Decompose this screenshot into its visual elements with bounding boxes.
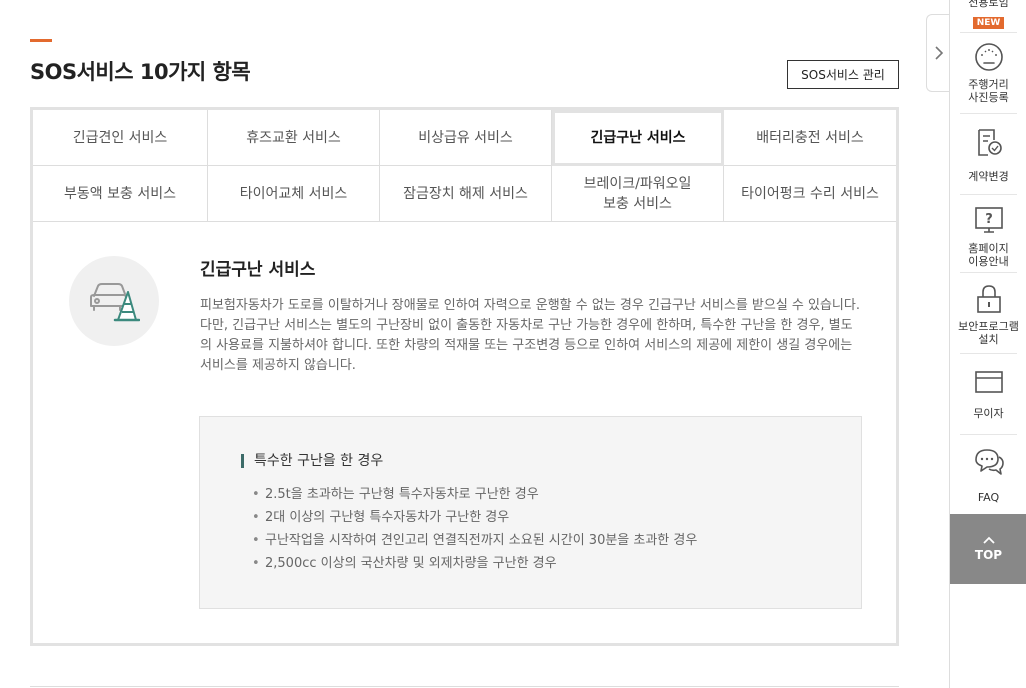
special-rescue-note: 특수한 구난을 한 경우 2.5t을 초과하는 구난형 특수자동차로 구난한 경… <box>199 416 862 609</box>
svg-text:?: ? <box>985 212 993 227</box>
list-item: 2대 이상의 구난형 특수자동차가 구난한 경우 <box>252 506 697 529</box>
sidebar-item-security[interactable]: 보안프로그램 설치 <box>950 284 1026 346</box>
speedometer-icon <box>974 43 1003 71</box>
tab-service[interactable]: 타이어펑크 수리 서비스 <box>724 166 896 222</box>
sidebar-toggle-button[interactable] <box>926 14 950 92</box>
sidebar-item-label: 전용로임 <box>968 0 1009 9</box>
tab-service[interactable]: 긴급견인 서비스 <box>33 110 208 166</box>
tab-service[interactable]: 휴즈교환 서비스 <box>208 110 380 166</box>
list-item: 2,500cc 이상의 국산차량 및 외제차량을 구난한 경우 <box>252 552 697 575</box>
tab-service[interactable]: 배터리충전 서비스 <box>724 110 896 166</box>
divider <box>960 32 1017 33</box>
service-panel: 긴급견인 서비스 휴즈교환 서비스 비상급유 서비스 긴급구난 서비스 배터리충전 서비… <box>30 107 899 646</box>
sidebar-item-label: 홈페이지 이용안내 <box>968 242 1009 268</box>
sidebar-item-faq[interactable]: FAQ <box>950 447 1026 504</box>
divider <box>960 113 1017 114</box>
quick-menu-sidebar: 전용로임 NEW 주행거리 사진등록 계약변경 ? 홈페이지 이용안내 보안프로… <box>949 0 1026 688</box>
list-item: 2.5t을 초과하는 구난형 특수자동차로 구난한 경우 <box>252 483 697 506</box>
scroll-top-button[interactable]: TOP <box>950 514 1026 584</box>
new-badge: NEW <box>972 17 1005 29</box>
divider <box>30 686 899 687</box>
top-button-label: TOP <box>974 548 1003 562</box>
tab-service[interactable]: 타이어교체 서비스 <box>208 166 380 222</box>
service-icon-circle <box>69 256 159 346</box>
note-title: 특수한 구난을 한 경우 <box>241 454 383 468</box>
list-item: 구난작업을 시작하여 견인고리 연결직전까지 소요된 시간이 30분을 초과한 … <box>252 529 697 552</box>
tab-service[interactable]: 긴급구난 서비스 <box>552 110 724 166</box>
chat-bubbles-icon <box>974 449 1004 475</box>
sidebar-item-mileage[interactable]: 주행거리 사진등록 <box>950 42 1026 104</box>
sos-manage-button[interactable]: SOS서비스 관리 <box>787 60 899 89</box>
sidebar-item-guide[interactable]: ? 홈페이지 이용안내 <box>950 206 1026 268</box>
divider <box>960 434 1017 435</box>
sidebar-item-installment[interactable]: 무이자 <box>950 369 1026 420</box>
title-accent-bar <box>30 39 52 42</box>
divider <box>960 353 1017 354</box>
sidebar-item-contract[interactable]: 계약변경 <box>950 128 1026 183</box>
sidebar-item-label: 주행거리 사진등록 <box>968 78 1009 104</box>
chevron-up-icon <box>982 536 995 544</box>
content-title: 긴급구난 서비스 <box>200 260 316 280</box>
question-monitor-icon: ? <box>974 207 1003 233</box>
sidebar-item-label: 보안프로그램 설치 <box>958 320 1019 346</box>
divider <box>960 194 1017 195</box>
sidebar-item-label: FAQ <box>977 491 1000 504</box>
sidebar-item-partial[interactable]: 전용로임 NEW <box>950 0 1026 29</box>
note-list: 2.5t을 초과하는 구난형 특수자동차로 구난한 경우 2대 이상의 구난형 … <box>252 483 697 575</box>
service-tabs: 긴급견인 서비스 휴즈교환 서비스 비상급유 서비스 긴급구난 서비스 배터리충전 서비… <box>33 110 896 222</box>
tab-service[interactable]: 부동액 보충 서비스 <box>33 166 208 222</box>
car-cone-icon <box>90 283 140 322</box>
tab-service[interactable]: 비상급유 서비스 <box>380 110 552 166</box>
card-icon <box>974 371 1003 393</box>
chevron-right-icon <box>934 46 943 60</box>
document-check-icon <box>977 129 1002 156</box>
sidebar-item-label: 계약변경 <box>968 170 1009 183</box>
page-title: SOS서비스 10가지 항목 <box>30 60 251 84</box>
tab-service[interactable]: 브레이크/파워오일 보충 서비스 <box>552 166 724 222</box>
lock-icon <box>976 285 1001 313</box>
sidebar-item-label: 무이자 <box>973 407 1004 420</box>
content-description: 피보험자동차가 도로를 이탈하거나 장애물로 인하여 자력으로 운행할 수 없는… <box>200 298 860 373</box>
tab-service[interactable]: 잠금장치 해제 서비스 <box>380 166 552 222</box>
divider <box>960 272 1017 273</box>
